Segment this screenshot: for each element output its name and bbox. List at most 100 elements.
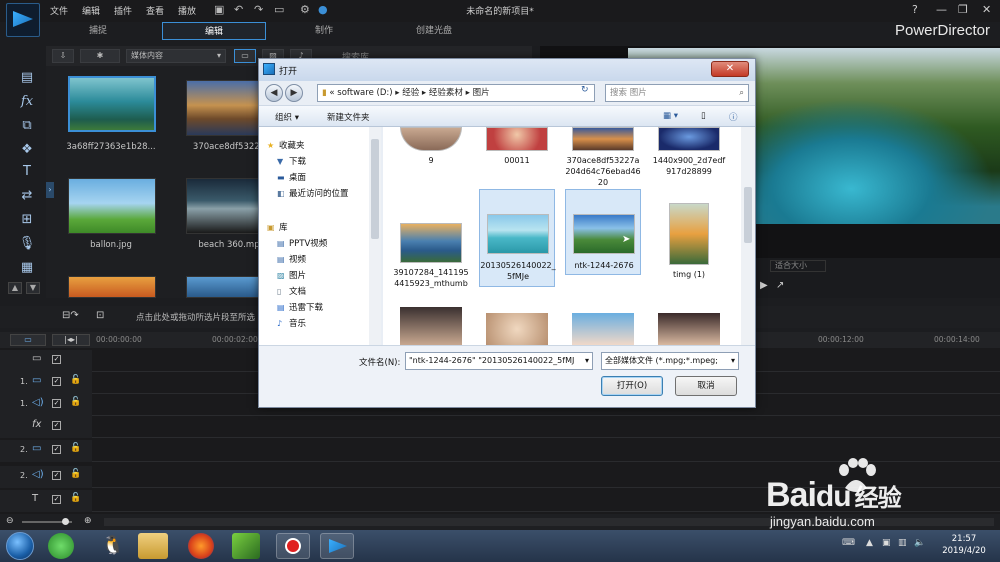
breadcrumb-drive[interactable]: software (D:) <box>337 88 392 98</box>
tray-chevron-icon[interactable]: ▲ <box>866 538 873 548</box>
keyboard-icon[interactable]: ⌨ <box>842 538 855 548</box>
app-360-icon[interactable] <box>48 533 74 559</box>
audio-mixing-icon[interactable]: ⊞ <box>18 212 36 227</box>
nav-videos[interactable]: ▤ 视频 <box>277 253 306 265</box>
refresh-icon[interactable]: ↻ <box>581 85 589 95</box>
library-thumb-4[interactable] <box>68 276 156 298</box>
track-enable-checkbox[interactable]: ✓ <box>52 421 61 430</box>
preview-pane-icon[interactable]: ▯ <box>701 111 706 121</box>
track-enable-checkbox[interactable]: ✓ <box>52 399 61 408</box>
address-bar[interactable]: ▮ « software (D:) ▸ 经验 ▸ 经验素材 ▸ 图片 <box>317 84 595 102</box>
nav-desktop[interactable]: ▬ 桌面 <box>277 171 306 183</box>
play-icon[interactable]: ▶ <box>760 280 768 291</box>
nav-favorites[interactable]: ★ 收藏夹 <box>267 139 305 151</box>
close-icon[interactable]: ✕ <box>982 3 991 16</box>
lock-icon[interactable]: 🔓 <box>70 469 81 479</box>
zoom-in-icon[interactable]: ⊕ <box>84 516 92 526</box>
expand-panel-icon[interactable]: › <box>46 182 54 198</box>
chapter-room-icon[interactable]: ▦ <box>18 260 36 275</box>
track-enable-checkbox[interactable]: ✓ <box>52 471 61 480</box>
chevron-down-icon[interactable]: ▼ <box>26 282 40 294</box>
minimize-icon[interactable]: — <box>936 3 947 16</box>
lock-icon[interactable]: 🔓 <box>70 375 81 385</box>
taskbar-clock[interactable]: 21:57 2019/4/20 <box>934 533 994 557</box>
track-enable-checkbox[interactable]: ✓ <box>52 445 61 454</box>
chevron-down-icon[interactable]: ▾ <box>585 353 589 369</box>
view-options-icon[interactable]: ▦ ▾ <box>663 111 678 121</box>
start-button[interactable] <box>6 532 34 560</box>
import-icon[interactable]: ⇩ <box>52 49 74 63</box>
file-item[interactable]: 39107284_1411954415923_mthumb <box>393 211 469 303</box>
nav-music[interactable]: ♪ 音乐 <box>277 317 306 329</box>
breadcrumb-jingyan[interactable]: 经验 <box>402 88 419 98</box>
breadcrumb-pictures[interactable]: 图片 <box>473 88 490 98</box>
cancel-button[interactable]: 取消 <box>675 376 737 396</box>
firefox-icon[interactable] <box>188 533 214 559</box>
new-folder-button[interactable]: 新建文件夹 <box>327 111 370 123</box>
zoom-slider-handle[interactable] <box>62 518 69 525</box>
file-thumbnail[interactable] <box>658 313 720 345</box>
split-icon[interactable]: ⊡ <box>96 310 104 321</box>
open-button[interactable]: 打开(O) <box>601 376 663 396</box>
nav-thunder[interactable]: ▤ 迅雷下载 <box>277 301 323 313</box>
storyboard-icon[interactable]: ▭ <box>10 334 46 346</box>
file-type-select[interactable]: 全部媒体文件 (*.mpg;*.mpeg; ▾ <box>601 352 739 370</box>
chevron-up-icon[interactable]: ▲ <box>8 282 22 294</box>
nav-libraries[interactable]: ▣ 库 <box>267 221 288 233</box>
forward-button[interactable]: ▶ <box>285 84 303 102</box>
transition-room-icon[interactable]: ⇄ <box>18 188 36 203</box>
zoom-out-icon[interactable]: ⊖ <box>6 516 14 526</box>
file-thumbnail[interactable] <box>572 313 634 345</box>
lock-icon[interactable]: 🔓 <box>70 443 81 453</box>
qq-icon[interactable]: 🐧 <box>96 533 130 559</box>
nav-scrollbar[interactable] <box>369 127 381 345</box>
tab-edit[interactable]: 编辑 <box>162 22 266 40</box>
nav-pptv[interactable]: ▤ PPTV视频 <box>277 237 327 249</box>
library-thumb-0[interactable] <box>68 76 156 132</box>
file-item-selected[interactable]: 20130526140022_5fMJe <box>479 189 556 287</box>
nav-documents[interactable]: ▯ 文档 <box>277 285 306 297</box>
particle-room-icon[interactable]: ❖ <box>18 142 36 157</box>
fit-size-dropdown[interactable]: 适合大小 <box>770 260 826 272</box>
track-enable-checkbox[interactable]: ✓ <box>52 495 61 504</box>
file-item[interactable]: 9 <box>393 127 469 167</box>
help-icon[interactable]: ⓘ <box>729 111 738 123</box>
fx-room-icon[interactable]: fx <box>18 94 36 109</box>
title-room-icon[interactable]: T <box>18 164 36 179</box>
fit-timeline-icon[interactable]: |◂▸| <box>52 334 90 346</box>
popout-icon[interactable]: ↗ <box>776 280 784 291</box>
library-thumb-2[interactable] <box>68 178 156 234</box>
filename-input[interactable]: "ntk-1244-2676" "20130526140022_5fMJ ▾ <box>405 352 593 370</box>
media-content-dropdown[interactable]: 媒体内容 ▾ <box>126 49 226 63</box>
tray-app-icon[interactable]: ▣ <box>882 538 891 548</box>
recorder-icon[interactable] <box>276 533 310 559</box>
app-green-icon[interactable] <box>232 533 260 559</box>
file-item[interactable]: timg (1) <box>651 199 727 289</box>
nav-pictures[interactable]: ▨ 图片 <box>277 269 306 281</box>
help-icon[interactable]: ? <box>912 3 918 16</box>
plugin-icon[interactable]: ✱ <box>80 49 120 63</box>
dialog-search-input[interactable]: 搜索 图片 ⌕ <box>605 84 749 102</box>
powerdirector-task-icon[interactable] <box>320 533 354 559</box>
track-enable-checkbox[interactable]: ✓ <box>52 377 61 386</box>
nav-recent[interactable]: ◧ 最近访问的位置 <box>277 187 349 199</box>
lock-icon[interactable]: 🔓 <box>70 397 81 407</box>
video-filter-icon[interactable]: ▭ <box>234 49 256 63</box>
file-list-scrollbar[interactable] <box>741 127 755 345</box>
volume-icon[interactable]: 🔈 <box>914 538 925 548</box>
address-overflow[interactable]: « <box>329 88 334 98</box>
tab-create-disc[interactable]: 创建光盘 <box>384 22 484 40</box>
tab-produce[interactable]: 制作 <box>276 22 372 40</box>
maximize-icon[interactable]: ❐ <box>958 3 968 16</box>
media-room-icon[interactable]: ▤ <box>18 70 36 85</box>
file-item[interactable]: 1440x900_2d7edf917d28899 <box>651 127 727 181</box>
file-item[interactable]: 00011 <box>479 127 555 167</box>
dialog-close-button[interactable]: ✕ <box>711 61 749 77</box>
microphone-icon[interactable]: 🎙 <box>18 236 36 251</box>
pip-room-icon[interactable]: ⧉ <box>18 118 36 133</box>
file-explorer-icon[interactable] <box>138 533 168 559</box>
track-enable-checkbox[interactable]: ✓ <box>52 355 61 364</box>
back-button[interactable]: ◀ <box>265 84 283 102</box>
file-thumbnail[interactable] <box>400 307 462 345</box>
nav-downloads[interactable]: ▼ 下载 <box>277 155 306 167</box>
